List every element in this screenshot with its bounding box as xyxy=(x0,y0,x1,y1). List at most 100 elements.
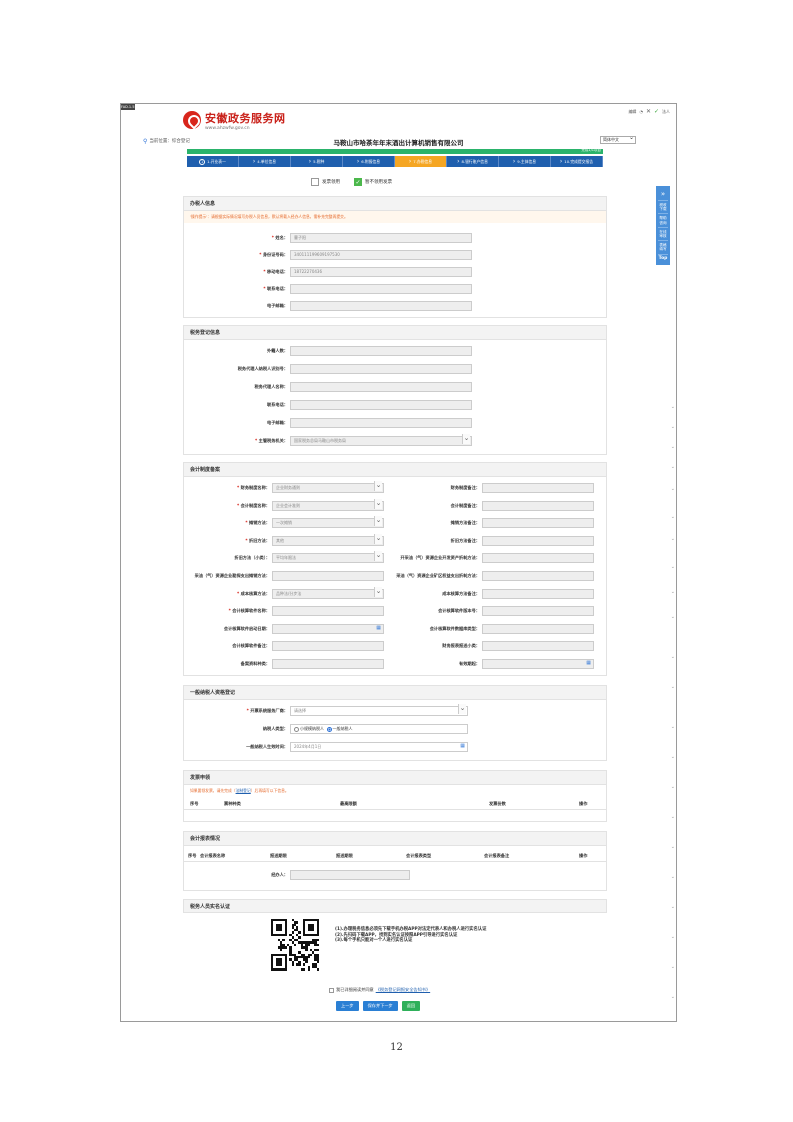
tax-reg-label: 电子邮箱： xyxy=(267,420,288,425)
step-3[interactable]: › 5.税种 xyxy=(291,156,343,167)
tax-reg-label: 税务代理人纳税人识别号： xyxy=(237,366,288,371)
accounting-right-field[interactable] xyxy=(482,623,594,634)
no-invoice-checkbox[interactable]: ✓ 暂不领用发票 xyxy=(354,178,392,186)
step-4[interactable]: › 6.附报信息 xyxy=(343,156,395,167)
accounting-left-field[interactable]: 品种法/分步法 xyxy=(272,586,384,599)
save-next-button[interactable]: 保存并下一步 xyxy=(362,1001,398,1011)
accounting-right-field[interactable] xyxy=(482,535,594,546)
user-icon[interactable]: ◔ xyxy=(639,109,643,114)
edit-link[interactable]: 编辑 xyxy=(628,109,636,115)
accounting-left-field[interactable]: 平均年限法 xyxy=(272,551,384,564)
accounting-right-field[interactable] xyxy=(482,553,594,564)
agreement-row: 我已详细阅读并同意 《税务登记网报安全告知书》 xyxy=(329,987,430,993)
radio-general[interactable] xyxy=(326,726,332,732)
qr-module xyxy=(298,963,301,966)
step-5[interactable]: › 7.办税信息 xyxy=(395,156,447,167)
check-icon[interactable]: ✓ xyxy=(654,108,659,115)
accounting-left-field[interactable]: 企业财务通则 xyxy=(272,481,384,493)
legal-link[interactable]: 法人 xyxy=(662,109,670,115)
step-7[interactable]: › 9.主体信息 xyxy=(499,156,551,167)
realname-title: 税务人员实名认证 xyxy=(183,899,607,913)
accounting-right-field[interactable] xyxy=(482,659,594,669)
accounting-left-field[interactable] xyxy=(272,606,384,617)
tax-reg-row: * 主管税务机关： 国家税务总局马鞍山市税务局 xyxy=(224,434,472,446)
logo-title: 安徽政务服务网 xyxy=(205,111,286,125)
chevron-down-icon: ⌄ xyxy=(670,874,675,880)
close-icon[interactable]: ✕ xyxy=(646,108,651,115)
effective-date-field[interactable]: 2024年4月1日 xyxy=(290,742,468,752)
side-tab-review[interactable]: 在线审核 xyxy=(658,228,668,242)
top-right-tools: 编辑 ◔ ✕ ✓ 法人 xyxy=(628,108,670,115)
language-select[interactable]: 简体中文 xyxy=(600,135,636,144)
general-taxpayer-title: 一般纳税人资格登记 xyxy=(184,686,606,700)
handler-field[interactable]: 340111199609197530 xyxy=(290,250,472,260)
chevron-down-icon: ⌄ xyxy=(670,464,675,470)
accounting-right-field[interactable] xyxy=(482,500,594,511)
step-8[interactable]: › 10.完成提交报告 xyxy=(551,156,603,167)
side-tab-top[interactable]: Top xyxy=(658,255,668,263)
handler-field[interactable] xyxy=(290,301,472,311)
tax-reg-field[interactable] xyxy=(290,418,472,428)
double-chevron-icon[interactable]: » xyxy=(658,188,668,201)
tax-reg-field[interactable] xyxy=(290,364,472,374)
radio-small-scale[interactable] xyxy=(294,726,299,732)
step-6[interactable]: › 8.银行账户信息 xyxy=(447,156,499,167)
accounting-left-label: 会计核算软件启动日期： xyxy=(223,625,270,631)
step-arrow-icon: › xyxy=(252,158,256,165)
accounting-title: 会计制度备案 xyxy=(184,463,606,477)
accounting-right-label: 会计核算软件版本号： xyxy=(438,608,480,614)
handler-field[interactable]: 18722270436 xyxy=(290,267,472,277)
side-tab-form[interactable]: 表格填写 xyxy=(658,241,668,255)
accounting-right-row: 有效期起： xyxy=(396,659,594,669)
accounting-left-label: 会计核算软件备注： xyxy=(232,643,270,649)
handler-field[interactable] xyxy=(290,284,472,294)
tax-reg-field[interactable] xyxy=(290,382,472,392)
side-tab-download[interactable]: 税收下载 xyxy=(658,201,668,215)
general-taxpayer-section: 一般纳税人资格登记 * 开票系统服务厂商： 请选择 纳税人类型： 小规模纳税人 … xyxy=(183,685,607,761)
agreement-link[interactable]: 《税务登记网报安全告知书》 xyxy=(376,987,430,993)
tax-reg-label: 外籍人数： xyxy=(267,348,288,353)
chevron-down-icon: ⌄ xyxy=(670,684,675,690)
tax-reg-field[interactable] xyxy=(290,346,472,356)
handler-label: * 联系电话： xyxy=(263,286,288,291)
accounting-right-field[interactable] xyxy=(482,606,594,617)
accounting-left-field[interactable] xyxy=(272,571,384,581)
vendor-select[interactable]: 请选择 xyxy=(290,704,468,716)
accounting-left-field[interactable]: 企业会计准则 xyxy=(272,498,384,511)
accounting-left-field[interactable]: 一次摊销 xyxy=(272,516,384,529)
prev-button[interactable]: 上一步 xyxy=(336,1001,359,1011)
back-button[interactable]: 返回 xyxy=(401,1001,421,1011)
step-label: 6.附报信息 xyxy=(361,158,381,164)
accounting-right-label: 开采油（气）资源企业开发资产折耗方法： xyxy=(400,555,480,561)
embedded-screenshot: FAD.1.55 安徽政务服务网 www.ahzwfw.gov.cn 编辑 ◔ … xyxy=(120,103,677,1022)
step-label: 7.办税信息 xyxy=(413,158,433,164)
accounting-right-field[interactable] xyxy=(482,571,594,581)
site-logo[interactable]: 安徽政务服务网 www.ahzwfw.gov.cn xyxy=(183,108,286,132)
tax-reg-row: 税务代理人名称： xyxy=(224,382,472,392)
tax-reg-row: 联系电话： xyxy=(224,400,472,410)
accounting-left-row: 会计核算软件启动日期： xyxy=(188,623,384,634)
accounting-left-field[interactable] xyxy=(272,641,384,652)
accounting-left-label: 采油（气）资源企业勘探支出摊销方法： xyxy=(194,573,270,578)
tax-reg-field[interactable] xyxy=(290,400,472,410)
accounting-right-field[interactable] xyxy=(482,641,594,652)
report-handler-field[interactable] xyxy=(290,870,410,880)
handler-notice: '操作提示'：请根据实际情况填写办税人员信息，默认将载入经办人信息，需补充完整再… xyxy=(184,211,606,223)
invoice-checkbox[interactable]: 发票领用 xyxy=(311,178,340,186)
accounting-left-field[interactable]: 其他 xyxy=(272,533,384,546)
accounting-right-row: 成本核算方法备注： xyxy=(396,588,594,599)
invoice-notice-link[interactable]: 法制登记 xyxy=(236,788,251,793)
qr-module xyxy=(303,963,306,966)
accounting-left-field[interactable] xyxy=(272,659,384,669)
accounting-right-field[interactable] xyxy=(482,588,594,599)
tax-reg-field[interactable]: 国家税务总局马鞍山市税务局 xyxy=(290,434,472,446)
step-2[interactable]: › 4.单位信息 xyxy=(239,156,291,167)
handler-field[interactable]: 曹子阳 xyxy=(290,233,472,243)
report-handler-label: 经办人： xyxy=(271,872,288,877)
step-1[interactable]: 1 1.开业表一 xyxy=(187,156,239,167)
accounting-right-field[interactable] xyxy=(482,483,594,493)
accounting-left-field[interactable] xyxy=(272,623,384,634)
accounting-right-field[interactable] xyxy=(482,518,594,529)
side-tab-help[interactable]: 帮助咨询 xyxy=(658,214,668,228)
agree-checkbox[interactable] xyxy=(329,987,334,993)
